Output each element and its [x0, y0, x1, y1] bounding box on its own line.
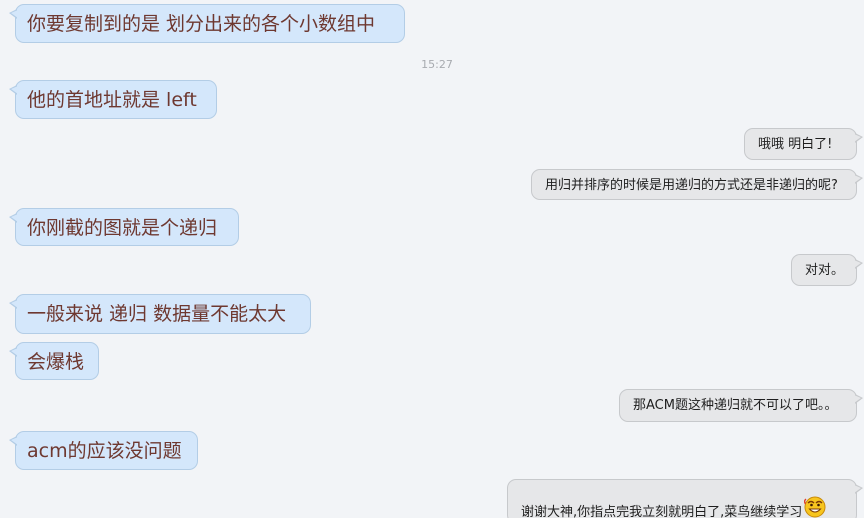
outgoing-message-text: 谢谢大神,你指点完我立刻就明白了,菜鸟继续学习: [521, 505, 803, 518]
incoming-message: 会爆栈: [9, 342, 99, 380]
outgoing-message: 对对。: [791, 254, 863, 286]
outgoing-message: 哦哦 明白了!: [744, 128, 863, 160]
outgoing-message: 用归并排序的时候是用递归的方式还是非递归的呢?: [531, 169, 863, 200]
incoming-message: 你要复制到的是 划分出来的各个小数组中: [9, 4, 405, 43]
chat-transcript: 你要复制到的是 划分出来的各个小数组中 15:27 他的首地址就是 left 哦…: [0, 0, 864, 518]
outgoing-message: 谢谢大神,你指点完我立刻就明白了,菜鸟继续学习: [507, 479, 863, 518]
message-timestamp: 15:27: [421, 58, 453, 71]
incoming-message: 你刚截的图就是个递归: [9, 208, 239, 246]
grinning-face-emoji: [804, 496, 826, 518]
incoming-message: acm的应该没问题: [9, 431, 198, 470]
outgoing-message: 那ACM题这种递归就不可以了吧。。: [619, 389, 863, 422]
incoming-message: 一般来说 递归 数据量不能太大: [9, 294, 311, 334]
incoming-message: 他的首地址就是 left: [9, 80, 217, 119]
